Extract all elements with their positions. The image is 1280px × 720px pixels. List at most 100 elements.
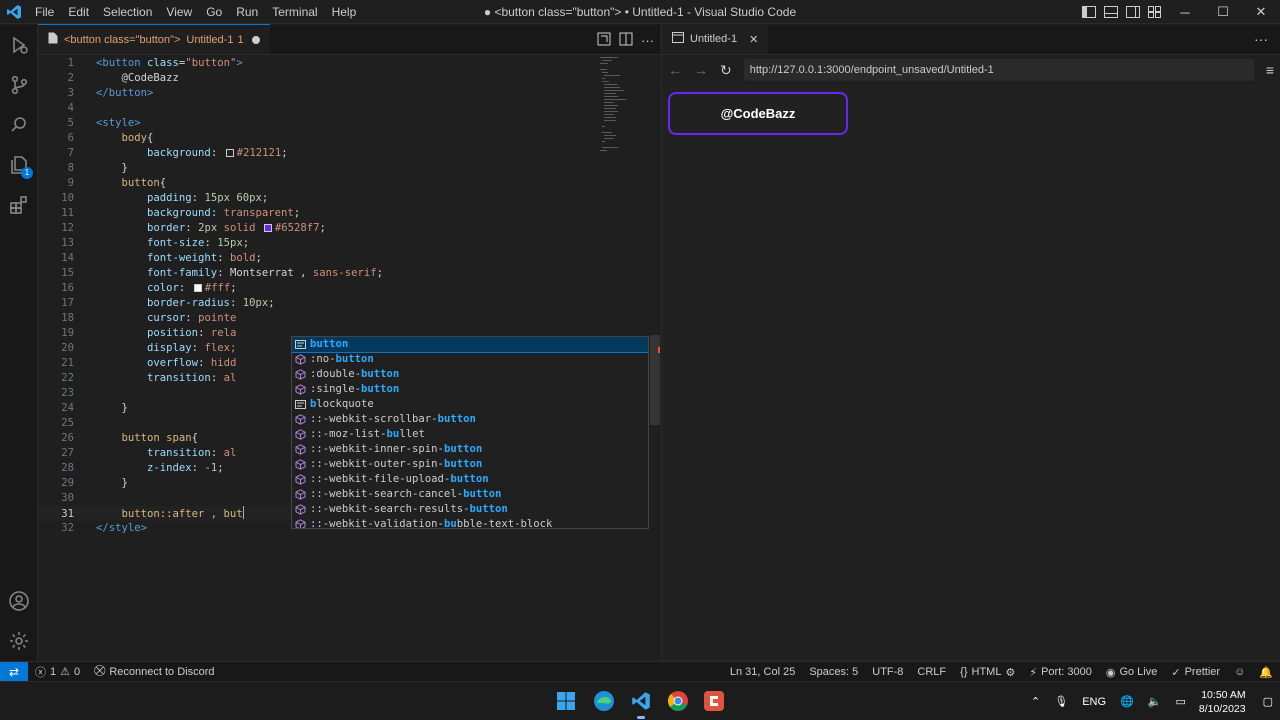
more-actions-icon[interactable]: ··· [1254,25,1268,53]
explorer-icon[interactable]: 1 [0,145,38,185]
tab-untitled-1[interactable]: <button class="button"> Untitled-1 1 [38,24,270,54]
suggestion-item[interactable]: b lockquote [292,397,648,412]
unsaved-dot-icon[interactable] [251,35,260,44]
url-bar[interactable]: http://127.0.0.1:3000/endpoint_unsaved/U… [743,59,1254,81]
chrome-icon[interactable] [665,688,691,714]
open-preview-icon[interactable] [597,32,611,49]
source-control-icon[interactable] [0,65,38,105]
problems-indicator[interactable]: ⓧ 1 ⚠ 0 [28,664,87,680]
feedback-icon[interactable]: ☺ [1227,666,1252,678]
suggestion-item[interactable]: ::-webkit-validation-bu bble-text-block [292,517,648,528]
discord-status[interactable]: ⛒ Reconnect to Discord [87,665,221,678]
suggestion-item[interactable]: ::-webkit-scrollbar-button [292,412,648,427]
suggestion-item[interactable]: :double-button [292,367,648,382]
microphone-icon[interactable]: 🎙 [1047,695,1075,708]
port-status[interactable]: ⚡ Port: 3000 [1022,666,1099,679]
color-swatch[interactable] [193,284,202,292]
suggestion-item[interactable]: ::-webkit-outer-spin-button [292,457,648,472]
menu-view[interactable]: View [159,0,199,24]
suggestion-item[interactable]: ::-moz-list-bu llet [292,427,648,442]
menu-run[interactable]: Run [229,0,265,24]
run-debug-icon[interactable] [0,25,38,65]
battery-icon[interactable]: ▭ [1168,695,1192,708]
language-indicator[interactable]: ENG [1075,696,1113,708]
manage-gear-icon[interactable] [0,621,38,661]
indentation[interactable]: Spaces: 5 [802,666,865,678]
extensions-icon[interactable] [0,185,38,225]
maximize-icon[interactable]: ☐ [1204,0,1242,24]
code-line[interactable]: 16 color: #fff; [38,281,598,296]
browser-menu-icon[interactable]: ≡ [1266,62,1274,78]
code-line[interactable]: 11 background: transparent; [38,206,598,221]
suggestion-item[interactable]: ::-webkit-search-results-button [292,502,648,517]
code-line[interactable]: 15 font-family: Montserrat , sans-serif; [38,266,598,281]
volume-icon[interactable]: 🔈 [1141,695,1169,708]
vscode-taskbar-icon[interactable] [628,688,654,719]
toggle-primary-sidebar-icon[interactable] [1078,0,1100,24]
remote-icon[interactable]: ⇄ [0,661,28,682]
accounts-icon[interactable] [0,581,38,621]
windows-start-icon[interactable] [553,688,579,714]
codebazz-demo-button[interactable]: @CodeBazz [668,92,848,135]
split-editor-icon[interactable] [619,32,633,49]
close-icon[interactable]: ✕ [1242,0,1280,24]
code-line[interactable]: 8 } [38,161,598,176]
more-actions-icon[interactable]: ··· [641,33,654,48]
clock[interactable]: 10:50 AM 8/10/2023 [1193,688,1256,716]
prettier-status[interactable]: ✓ Prettier [1164,666,1227,679]
red-app-icon[interactable] [701,688,727,714]
code-line[interactable]: 3 </button> [38,86,598,101]
menu-selection[interactable]: Selection [96,0,159,24]
close-tab-icon[interactable]: ✕ [749,33,758,46]
code-line[interactable]: 6 body{ [38,131,598,146]
back-arrow-icon[interactable]: ← [668,62,682,78]
suggestion-item[interactable]: ::-webkit-file-upload-button [292,472,648,487]
notifications-bell-icon[interactable]: 🔔 [1252,666,1280,679]
edge-icon[interactable] [591,688,617,714]
menu-go[interactable]: Go [199,0,229,24]
notification-center-icon[interactable]: ▢ [1256,695,1280,708]
language-mode[interactable]: {} HTML ⚙ [953,666,1022,679]
customize-layout-icon[interactable] [1144,0,1166,24]
reload-icon[interactable]: ↻ [720,62,732,79]
code-line[interactable]: 10 padding: 15px 60px; [38,191,598,206]
menu-help[interactable]: Help [325,0,364,24]
line-ending[interactable]: CRLF [910,666,953,678]
code-line[interactable]: 14 font-weight: bold; [38,251,598,266]
search-icon[interactable] [0,105,38,145]
code-line[interactable]: 1 <button class="button"> [38,56,598,71]
go-live-button[interactable]: ◉ Go Live [1099,666,1165,679]
menu-terminal[interactable]: Terminal [265,0,324,24]
code-line[interactable]: 12 border: 2px solid #6528f7; [38,221,598,236]
menu-edit[interactable]: Edit [61,0,96,24]
code-line[interactable]: 4 [38,101,598,116]
toggle-panel-icon[interactable] [1100,0,1122,24]
network-icon[interactable]: 🌐 [1113,695,1141,708]
color-swatch[interactable] [263,224,272,232]
code-line[interactable]: 7 background: #212121; [38,146,598,161]
suggestion-item[interactable]: :single-button [292,382,648,397]
code-line[interactable]: 9 button{ [38,176,598,191]
minimize-icon[interactable]: ─ [1166,0,1204,24]
code-line[interactable]: 17 border-radius: 10px; [38,296,598,311]
code-line[interactable]: 5 <style> [38,116,598,131]
encoding[interactable]: UTF-8 [865,666,910,678]
suggestion-item[interactable]: ::-webkit-inner-spin-button [292,442,648,457]
code-line[interactable]: 18 cursor: pointe [38,311,598,326]
cursor-position[interactable]: Ln 31, Col 25 [723,666,802,678]
forward-arrow-icon[interactable]: → [694,62,708,78]
tab-preview-untitled-1[interactable]: Untitled-1 ✕ [662,24,769,54]
menu-file[interactable]: File [28,0,61,24]
chevron-up-icon[interactable]: ⌃ [1024,695,1047,708]
code-line[interactable]: 2 @CodeBazz [38,71,598,86]
autocomplete-suggestions[interactable]: button:no-button:double-button:single-bu… [291,336,649,529]
suggestion-item[interactable]: ::-webkit-search-cancel-button [292,487,648,502]
code-line[interactable]: 13 font-size: 15px; [38,236,598,251]
editor-scrollbar[interactable] [650,55,660,661]
suggestion-item[interactable]: :no-button [292,352,648,367]
minimap[interactable] [598,55,646,155]
suggestion-item[interactable]: button [292,337,648,353]
toggle-secondary-sidebar-icon[interactable] [1122,0,1144,24]
color-swatch[interactable] [225,149,234,157]
clock-date: 8/10/2023 [1198,702,1246,715]
